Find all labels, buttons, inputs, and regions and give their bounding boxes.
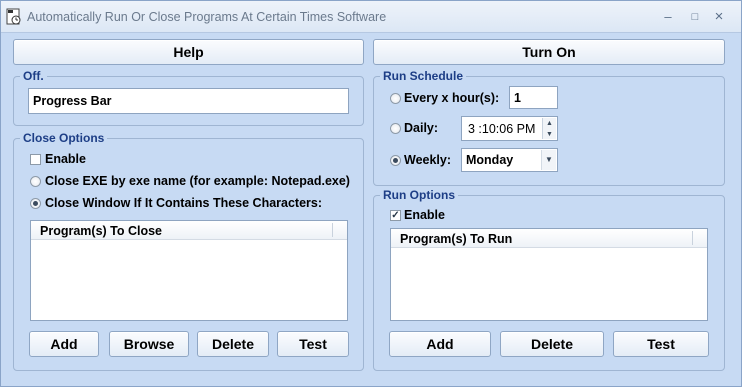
main-window: Automatically Run Or Close Programs At C… — [0, 0, 742, 387]
close-add-button[interactable]: Add — [29, 331, 99, 357]
spin-up-icon[interactable]: ▲ — [543, 118, 556, 129]
status-field[interactable]: Progress Bar — [28, 88, 349, 114]
run-options-legend: Run Options — [380, 188, 458, 202]
weekly-day-select[interactable]: Monday ▼ — [461, 148, 558, 172]
close-delete-button[interactable]: Delete — [197, 331, 269, 357]
close-browse-button[interactable]: Browse — [109, 331, 189, 357]
weekly-radio[interactable] — [390, 155, 401, 166]
close-exe-radio[interactable] — [30, 176, 41, 187]
weekly-day-value: Monday — [466, 153, 514, 167]
close-exe-label: Close EXE by exe name (for example: Note… — [45, 174, 350, 188]
run-enable-checkbox[interactable]: ✓ — [390, 210, 401, 221]
programs-to-close-list[interactable]: Program(s) To Close — [30, 220, 348, 321]
programs-to-run-header: Program(s) To Run — [391, 229, 707, 248]
daily-time-value: 3 :10:06 PM — [468, 121, 536, 136]
programs-to-run-column[interactable]: Program(s) To Run — [400, 232, 512, 246]
chevron-down-icon[interactable]: ▼ — [541, 150, 556, 170]
daily-label: Daily: — [404, 121, 439, 135]
turn-on-button[interactable]: Turn On — [373, 39, 725, 65]
programs-to-close-column[interactable]: Program(s) To Close — [40, 224, 162, 238]
column-separator — [692, 231, 693, 245]
run-add-button[interactable]: Add — [389, 331, 491, 357]
close-test-button[interactable]: Test — [277, 331, 349, 357]
close-window-radio[interactable] — [30, 198, 41, 209]
app-icon — [6, 8, 21, 25]
weekly-label: Weekly: — [404, 153, 452, 167]
run-delete-button[interactable]: Delete — [500, 331, 604, 357]
close-options-legend: Close Options — [20, 131, 108, 145]
time-spinner[interactable]: ▲ ▼ — [542, 118, 556, 139]
run-schedule-legend: Run Schedule — [380, 69, 467, 83]
status-legend: Off. — [20, 69, 47, 83]
help-button[interactable]: Help — [13, 39, 364, 65]
spin-down-icon[interactable]: ▼ — [543, 129, 556, 140]
every-hours-label: Every x hour(s): — [404, 91, 500, 105]
close-enable-label: Enable — [45, 152, 86, 166]
close-window-label: Close Window If It Contains These Charac… — [45, 196, 323, 210]
close-icon[interactable]: × — [708, 7, 730, 27]
minimize-icon[interactable]: – — [657, 7, 679, 27]
every-hours-input[interactable]: 1 — [509, 86, 558, 109]
window-title: Automatically Run Or Close Programs At C… — [27, 10, 387, 24]
maximize-icon[interactable]: □ — [684, 7, 706, 27]
close-enable-checkbox[interactable] — [30, 154, 41, 165]
programs-to-close-header: Program(s) To Close — [31, 221, 347, 240]
title-bar[interactable]: Automatically Run Or Close Programs At C… — [1, 1, 741, 33]
column-separator — [332, 223, 333, 237]
run-enable-label: Enable — [404, 208, 445, 222]
programs-to-run-list[interactable]: Program(s) To Run — [390, 228, 708, 321]
daily-time-picker[interactable]: 3 :10:06 PM ▲ ▼ — [461, 116, 558, 141]
run-test-button[interactable]: Test — [613, 331, 709, 357]
every-hours-radio[interactable] — [390, 93, 401, 104]
daily-radio[interactable] — [390, 123, 401, 134]
